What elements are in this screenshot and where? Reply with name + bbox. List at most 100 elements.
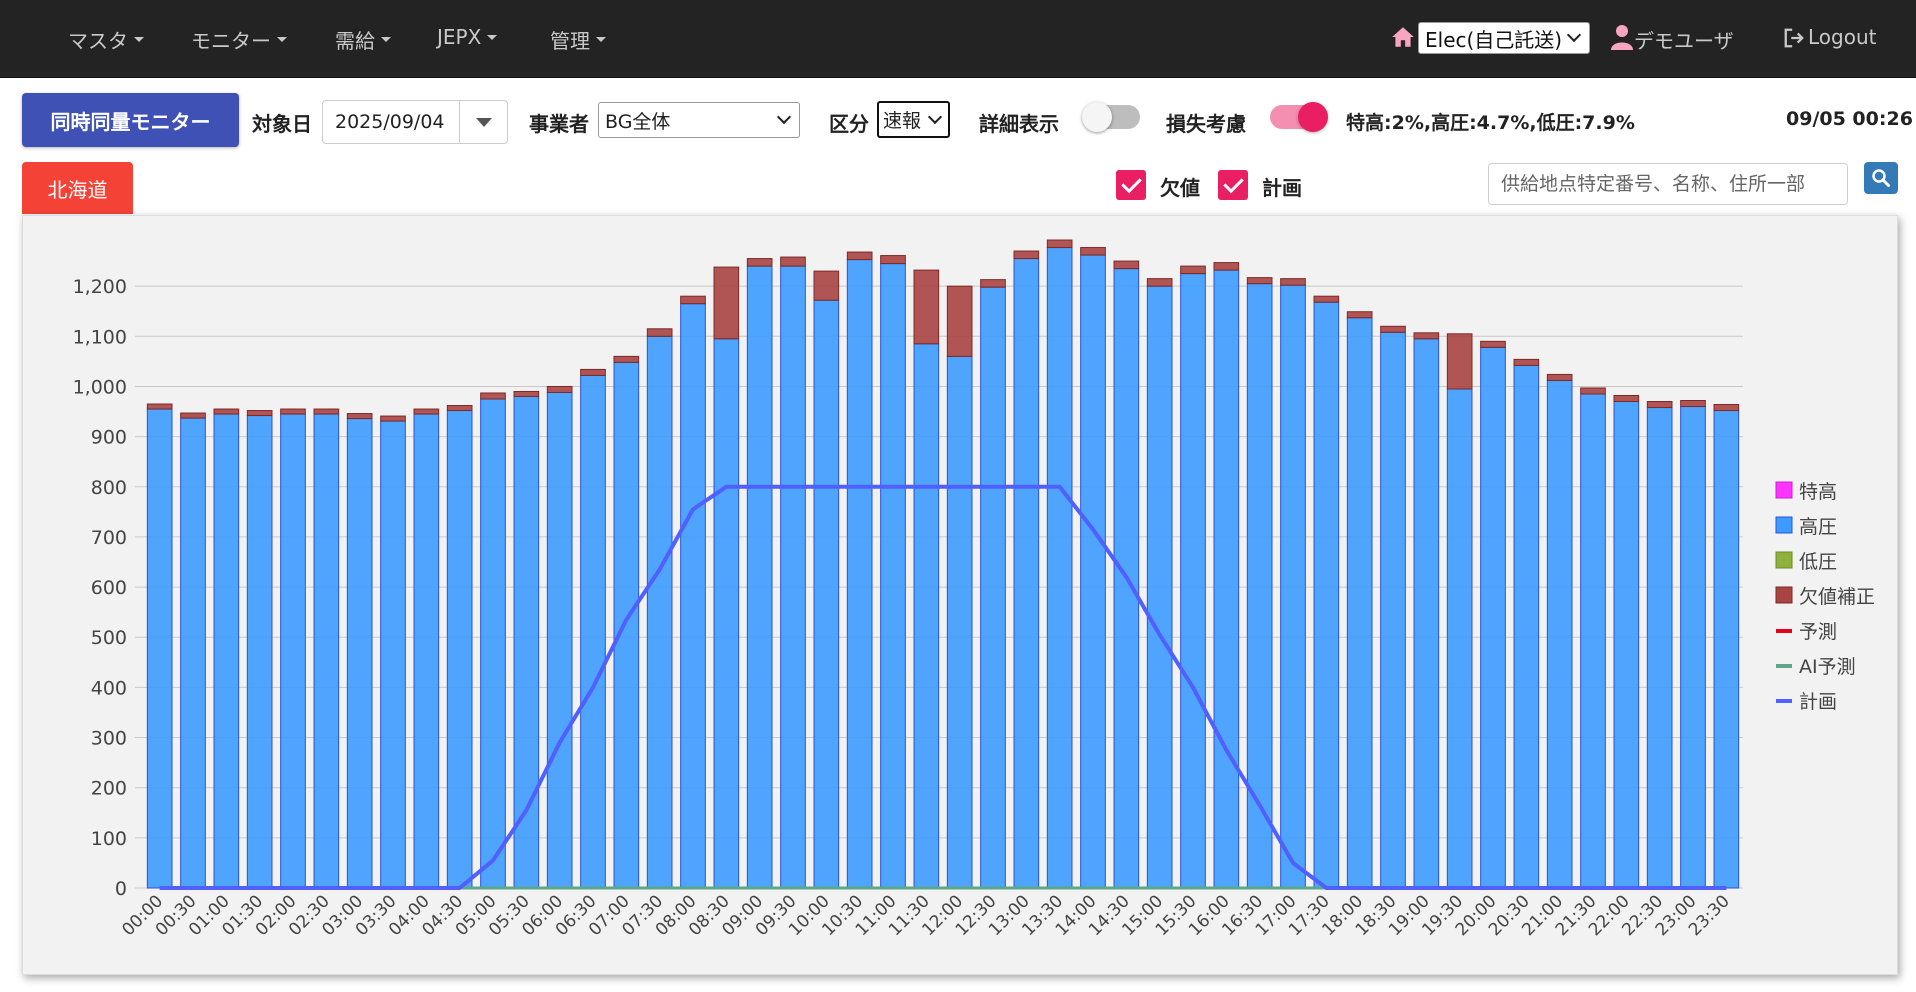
loss-consideration-toggle[interactable] xyxy=(1270,102,1328,132)
search-button[interactable] xyxy=(1864,162,1898,194)
bar-欠値補正 xyxy=(513,390,540,397)
current-datetime: 09/05 00:26 xyxy=(1786,108,1913,130)
bar-高圧 xyxy=(946,355,973,889)
bar-高圧 xyxy=(1313,301,1340,889)
missing-values-checkbox[interactable] xyxy=(1116,170,1146,200)
operator-select[interactable]: BG全体 xyxy=(598,102,800,138)
bar-欠値補正 xyxy=(880,255,906,265)
bar-高圧 xyxy=(1213,269,1240,889)
legend-label: AI予測 xyxy=(1799,656,1856,678)
caret-down-icon xyxy=(475,117,492,127)
operator-label: 事業者 xyxy=(529,112,589,136)
bar-高圧 xyxy=(213,413,240,889)
company-select[interactable]: Elec(自己託送) xyxy=(1418,22,1590,54)
bar-高圧 xyxy=(646,335,673,889)
category-select[interactable]: 速報 xyxy=(877,101,950,138)
bar-欠値補正 xyxy=(1713,404,1740,412)
bar-欠値補正 xyxy=(646,328,673,337)
user-name[interactable]: デモユーザ xyxy=(1634,25,1734,54)
bar-高圧 xyxy=(746,265,773,889)
target-date-label: 対象日 xyxy=(252,112,312,136)
bar-欠値補正 xyxy=(413,408,440,415)
y-tick-label: 1,100 xyxy=(73,326,127,348)
bar-高圧 xyxy=(1346,317,1373,889)
nav-menu-supply-demand[interactable]: 需給 xyxy=(335,25,391,54)
logout-icon xyxy=(1784,28,1804,48)
bar-欠値補正 xyxy=(1680,400,1706,408)
bar-欠値補正 xyxy=(813,270,840,301)
bar-高圧 xyxy=(613,361,640,889)
bar-高圧 xyxy=(1280,284,1306,889)
home-icon xyxy=(1392,27,1414,47)
bar-高圧 xyxy=(1246,283,1273,889)
bar-欠値補正 xyxy=(746,258,773,267)
company-select-value: Elec(自己託送) xyxy=(1425,27,1563,52)
bar-高圧 xyxy=(1413,338,1440,889)
bar-欠値補正 xyxy=(680,295,706,305)
toggle-knob xyxy=(1298,102,1328,132)
bar-欠値補正 xyxy=(1013,250,1040,260)
bar-欠値補正 xyxy=(1546,373,1573,381)
y-tick-label: 600 xyxy=(91,577,127,599)
bar-高圧 xyxy=(1013,258,1040,889)
nav-menu-label: 管理 xyxy=(550,29,590,53)
supply-point-search-input[interactable] xyxy=(1488,163,1848,205)
chevron-down-icon xyxy=(381,37,391,42)
bar-欠値補正 xyxy=(1346,311,1373,319)
chevron-down-icon xyxy=(776,109,792,125)
nav-menu-label: JEPX xyxy=(437,25,482,49)
bar-高圧 xyxy=(480,398,506,889)
simultaneous-monitor-button[interactable]: 同時同量モニター xyxy=(22,93,239,147)
chevron-down-icon xyxy=(596,37,606,42)
target-date-value: 2025/09/04 xyxy=(335,111,445,133)
bar-欠値補正 xyxy=(1280,278,1306,286)
legend-swatch xyxy=(1775,516,1793,534)
chevron-down-icon xyxy=(487,34,498,40)
chevron-down-icon xyxy=(927,109,943,124)
bar-高圧 xyxy=(1513,364,1540,889)
legend-label: 低圧 xyxy=(1799,551,1837,573)
bar-高圧 xyxy=(1546,379,1573,889)
nav-menu-master[interactable]: マスタ xyxy=(68,25,144,54)
y-tick-label: 500 xyxy=(91,627,127,649)
bar-欠値補正 xyxy=(246,410,273,417)
nav-menu-label: マスタ xyxy=(68,29,128,53)
search-icon xyxy=(1872,169,1890,187)
nav-menu-jepx[interactable]: JEPX xyxy=(437,25,498,49)
chevron-down-icon xyxy=(277,37,287,42)
chevron-down-icon xyxy=(134,37,144,42)
bar-欠値補正 xyxy=(913,269,940,345)
bar-高圧 xyxy=(313,413,340,889)
bar-高圧 xyxy=(546,391,573,889)
user-icon xyxy=(1611,25,1633,50)
y-tick-label: 300 xyxy=(91,728,127,750)
plan-checkbox[interactable] xyxy=(1218,170,1248,200)
bar-高圧 xyxy=(1580,393,1606,889)
bar-欠値補正 xyxy=(580,368,606,376)
bar-欠値補正 xyxy=(1513,358,1540,366)
bar-欠値補正 xyxy=(1446,333,1473,390)
bar-高圧 xyxy=(780,265,806,889)
tab-region-hokkaido[interactable]: 北海道 xyxy=(22,162,133,214)
nav-menu-monitor[interactable]: モニター xyxy=(191,25,287,54)
target-date-field[interactable]: 2025/09/04 xyxy=(322,100,508,144)
legend-label: 高圧 xyxy=(1799,516,1837,538)
plan-label: 計画 xyxy=(1262,176,1302,200)
bar-高圧 xyxy=(413,413,440,889)
bar-高圧 xyxy=(1180,273,1206,889)
missing-values-label: 欠値 xyxy=(1160,176,1200,200)
nav-menu-admin[interactable]: 管理 xyxy=(550,25,606,54)
bar-欠値補正 xyxy=(346,413,373,420)
bar-高圧 xyxy=(913,343,940,889)
bar-欠値補正 xyxy=(846,251,873,261)
bar-欠値補正 xyxy=(280,408,306,415)
bar-高圧 xyxy=(1380,331,1406,889)
bar-欠値補正 xyxy=(1646,401,1673,409)
detail-view-toggle[interactable] xyxy=(1082,102,1140,132)
bar-欠値補正 xyxy=(180,412,206,419)
bar-高圧 xyxy=(1613,401,1640,889)
date-dropdown-button[interactable] xyxy=(459,101,507,143)
logout-link[interactable]: Logout xyxy=(1808,25,1876,49)
y-tick-label: 400 xyxy=(91,677,127,699)
legend-swatch xyxy=(1775,481,1793,499)
